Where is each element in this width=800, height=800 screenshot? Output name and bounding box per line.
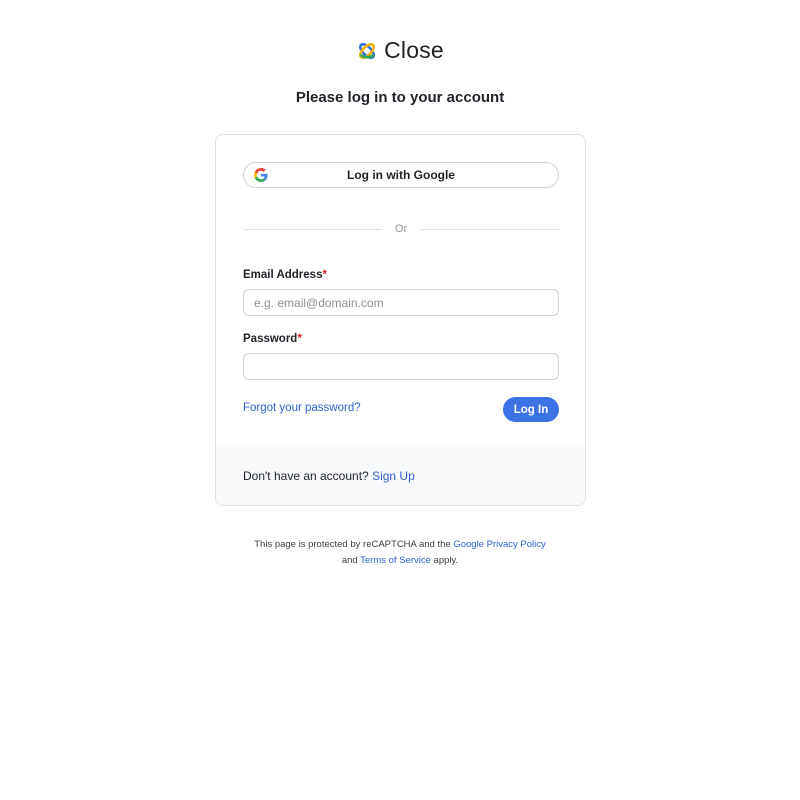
login-card: Log in with Google Or Email Address* Pas… (215, 134, 586, 506)
password-required-mark: * (297, 333, 302, 345)
brand-logo[interactable]: Close (0, 37, 800, 64)
divider-text: Or (394, 223, 408, 235)
close-logo-icon (356, 40, 378, 62)
terms-of-service-link[interactable]: Terms of Service (360, 555, 431, 566)
recaptcha-line-1: This page is protected by reCAPTCHA and … (0, 537, 800, 553)
signup-link[interactable]: Sign Up (372, 469, 415, 483)
password-label-text: Password (243, 333, 298, 345)
email-required-mark: * (322, 269, 327, 281)
recaptcha-text-2: and (341, 555, 358, 566)
divider-line-left (243, 228, 382, 230)
password-field[interactable] (243, 353, 559, 380)
email-label: Email Address* (243, 269, 327, 281)
brand-name: Close (384, 37, 444, 63)
google-icon (254, 168, 268, 182)
signup-prompt: Don't have an account? (243, 469, 369, 483)
password-label: Password* (243, 333, 302, 345)
google-login-button[interactable]: Log in with Google (243, 162, 559, 188)
signup-footer: Don't have an account? Sign Up (216, 447, 585, 505)
recaptcha-text-1: This page is protected by reCAPTCHA and … (254, 539, 451, 550)
privacy-policy-link[interactable]: Google Privacy Policy (453, 539, 545, 550)
email-label-text: Email Address (243, 269, 323, 281)
page-title: Please log in to your account (295, 89, 505, 106)
signup-row: Don't have an account? Sign Up (243, 469, 415, 483)
recaptcha-line-2: and Terms of Service apply. (0, 553, 800, 569)
divider-line-right (420, 228, 560, 230)
recaptcha-text-3: apply. (433, 555, 459, 566)
login-button[interactable]: Log In (503, 397, 559, 422)
email-field[interactable] (243, 289, 559, 316)
login-form: Log in with Google Or Email Address* Pas… (216, 135, 585, 448)
google-login-label: Log in with Google (347, 168, 455, 182)
or-divider: Or (243, 222, 560, 236)
recaptcha-notice: This page is protected by reCAPTCHA and … (0, 537, 800, 569)
login-page: Close Please log in to your account Log … (0, 0, 800, 800)
forgot-password-link[interactable]: Forgot your password? (243, 402, 361, 414)
